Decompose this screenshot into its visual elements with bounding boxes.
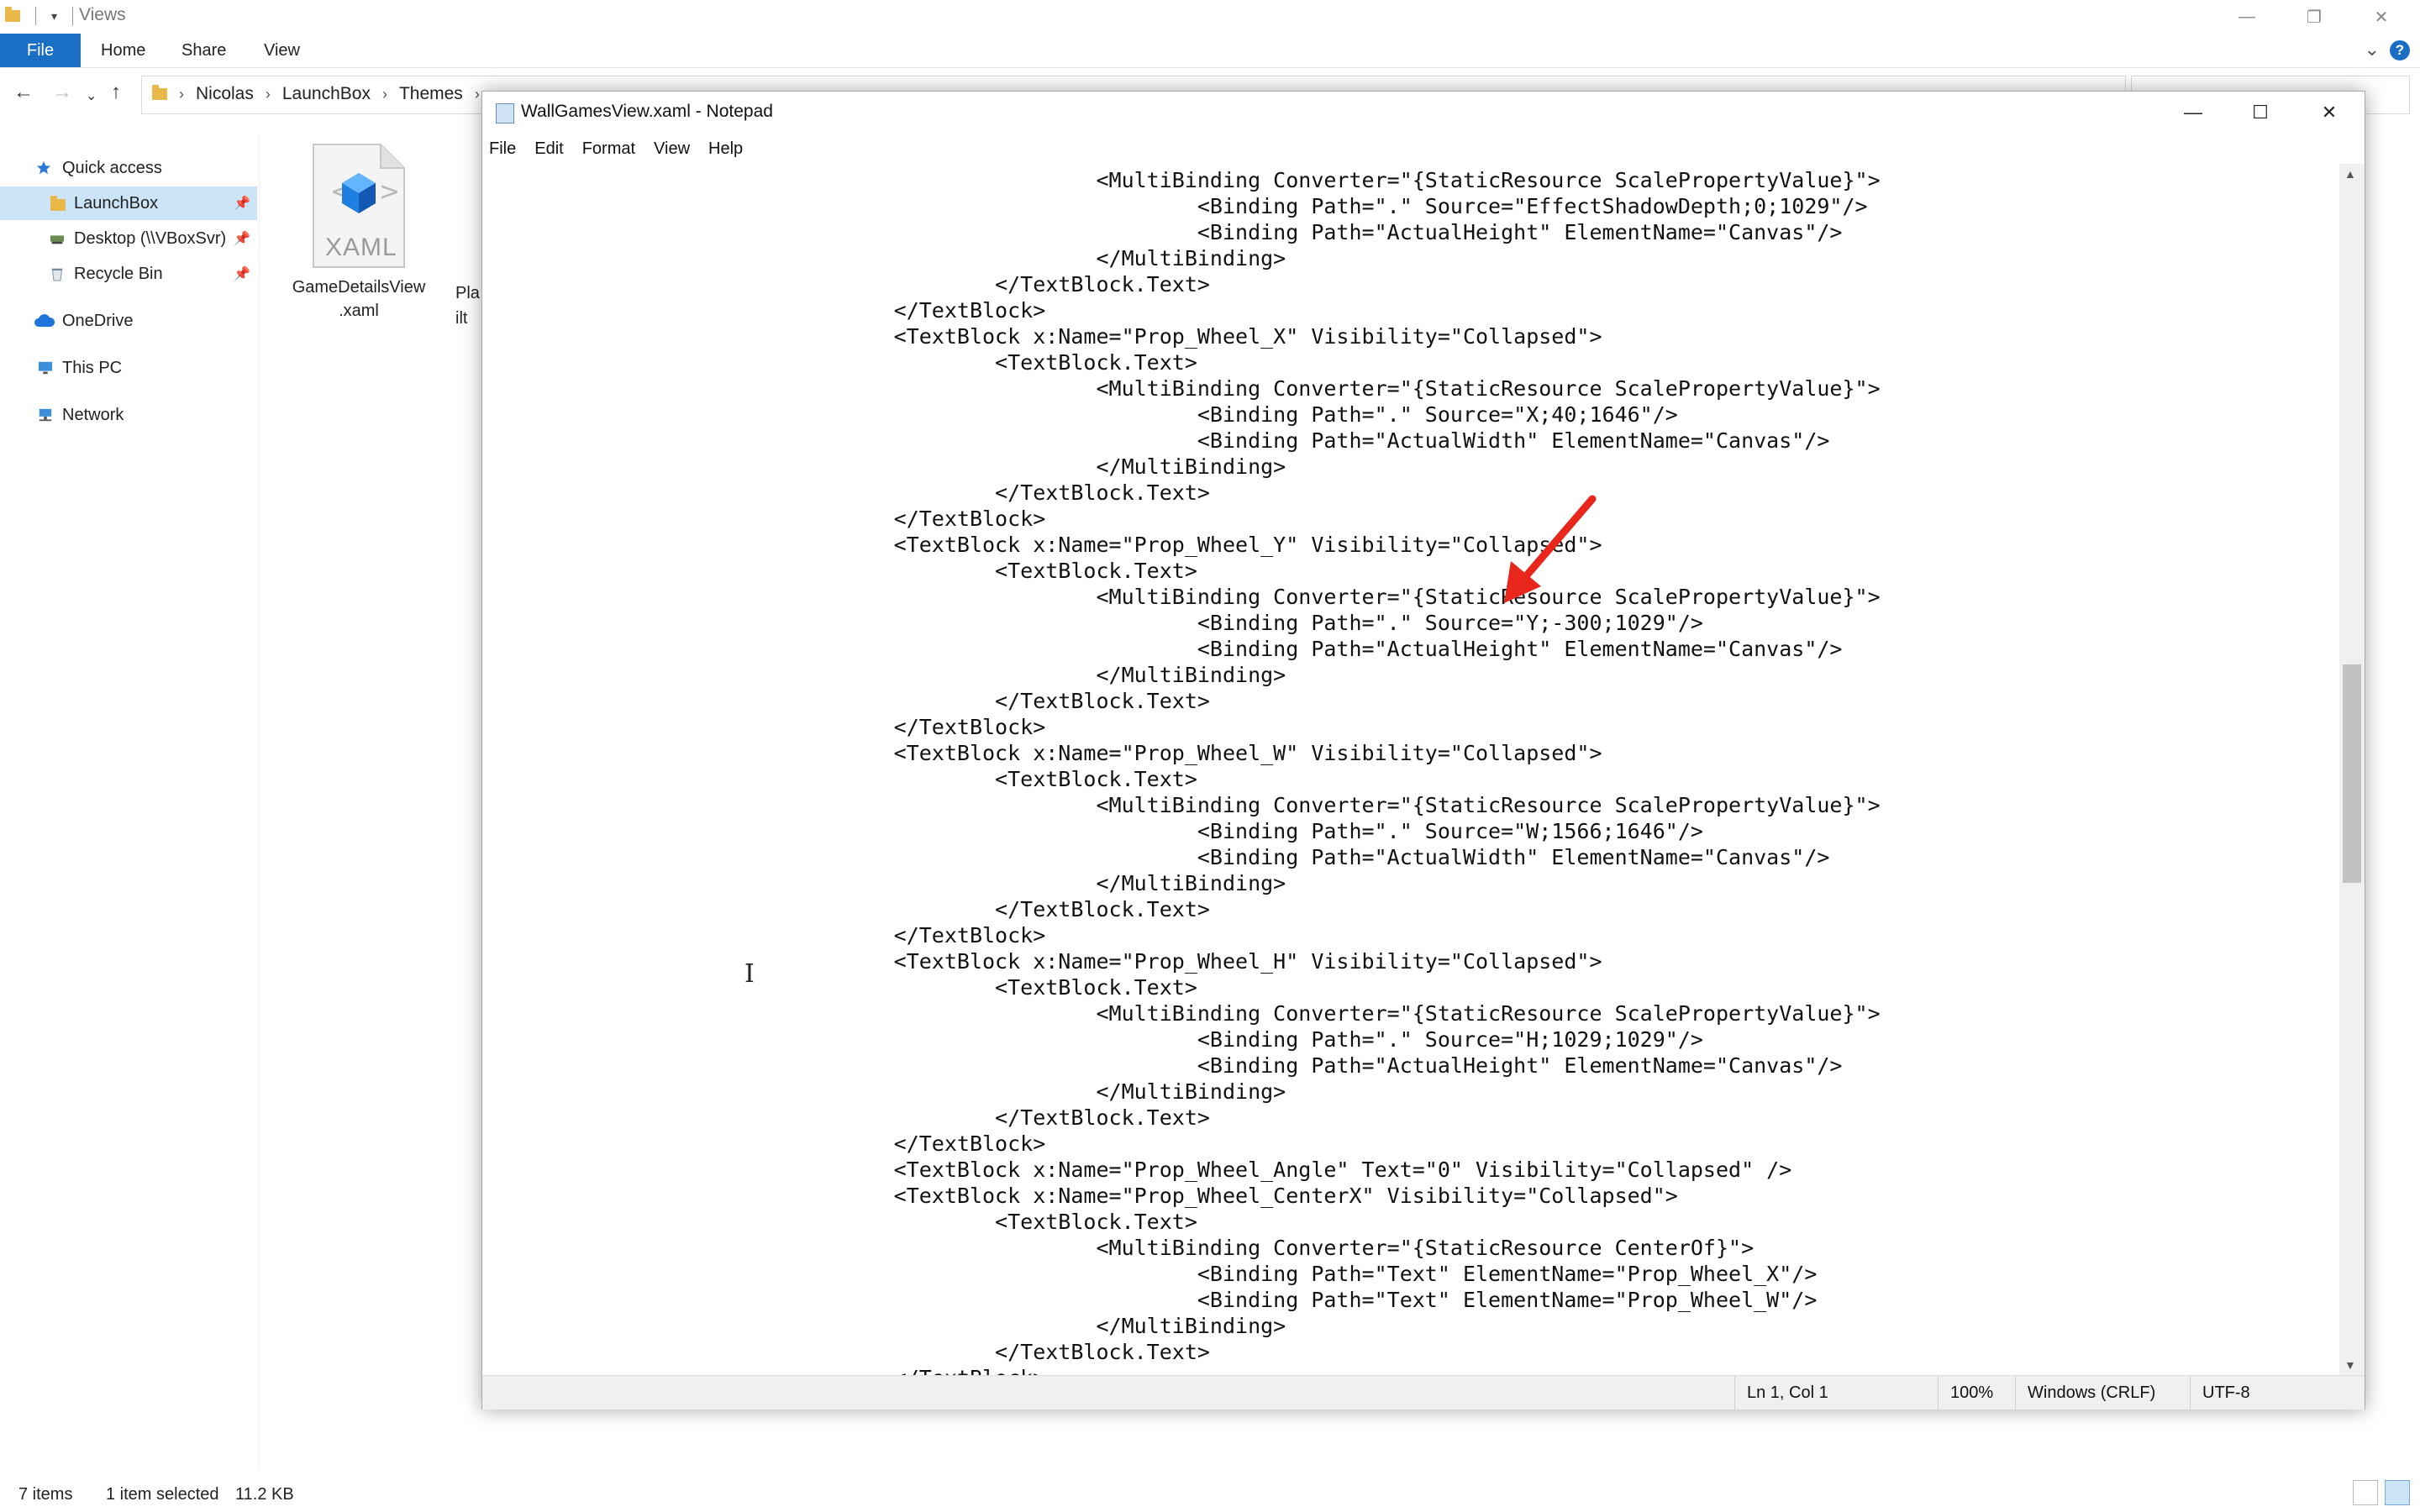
status-encoding: UTF-8 bbox=[2190, 1376, 2354, 1410]
breadcrumb: › Nicolas › LaunchBox › Themes › bbox=[152, 84, 480, 104]
ribbon-tab-home[interactable]: Home bbox=[101, 34, 145, 67]
file-item-partial[interactable]: Pla ilt bbox=[455, 281, 480, 331]
help-icon[interactable]: ? bbox=[2390, 40, 2410, 60]
notepad-menu-bar: File Edit Format View Help bbox=[482, 134, 2365, 164]
status-zoom: 100% bbox=[1938, 1376, 2023, 1410]
sidebar-item-label: This PC bbox=[62, 358, 123, 377]
large-icons-view-icon[interactable] bbox=[2385, 1480, 2410, 1505]
ribbon: File Home Share View ⌄ ? bbox=[0, 34, 2420, 68]
customize-quick-access-icon[interactable]: ▾ bbox=[51, 9, 57, 24]
sidebar-item-launchbox[interactable]: LaunchBox 📌 bbox=[0, 186, 257, 220]
forward-arrow-icon[interactable]: → bbox=[52, 81, 72, 104]
notepad-title-bar: WallGamesView.xaml - Notepad — ☐ ✕ bbox=[482, 92, 2365, 134]
menu-format[interactable]: Format bbox=[582, 139, 635, 159]
sidebar-item-label: Network bbox=[62, 405, 124, 424]
xaml-file-icon: < > XAML bbox=[308, 143, 409, 269]
file-name-line: Pla bbox=[455, 284, 480, 302]
file-name-line: ilt bbox=[455, 309, 468, 328]
details-view-icon[interactable] bbox=[2353, 1480, 2378, 1505]
menu-help[interactable]: Help bbox=[708, 139, 743, 159]
status-cursor-position: Ln 1, Col 1 bbox=[1734, 1376, 1939, 1410]
breadcrumb-separator-icon[interactable]: › bbox=[382, 86, 387, 103]
scroll-up-icon[interactable]: ▲ bbox=[2344, 167, 2356, 181]
sidebar-item-label: OneDrive bbox=[62, 311, 134, 330]
sidebar-item-onedrive[interactable]: OneDrive bbox=[0, 304, 257, 338]
status-item-count: 7 items bbox=[18, 1485, 73, 1504]
breadcrumb-item-themes[interactable]: Themes bbox=[399, 84, 463, 104]
scroll-down-icon[interactable]: ▼ bbox=[2344, 1358, 2356, 1372]
sidebar-item-label: LaunchBox bbox=[74, 193, 159, 213]
ribbon-file-tab[interactable]: File bbox=[0, 34, 81, 67]
minimize-button[interactable]: — bbox=[2213, 0, 2281, 34]
menu-file[interactable]: File bbox=[489, 139, 516, 159]
close-button[interactable]: ✕ bbox=[2348, 0, 2415, 34]
breadcrumb-item-launchbox[interactable]: LaunchBox bbox=[282, 84, 371, 104]
recycle-bin-icon bbox=[51, 268, 63, 281]
sidebar-item-this-pc[interactable]: This PC bbox=[0, 351, 257, 385]
menu-view[interactable]: View bbox=[654, 139, 690, 159]
sidebar-item-label: Quick access bbox=[62, 158, 162, 177]
file-name-line: GameDetailsView bbox=[292, 278, 426, 297]
sidebar-item-desktop[interactable]: Desktop (\\VBoxSvr) 📌 bbox=[0, 222, 257, 255]
notepad-window: WallGamesView.xaml - Notepad — ☐ ✕ File … bbox=[481, 91, 2365, 1410]
file-icon-text: XAML bbox=[325, 234, 397, 261]
breadcrumb-item-nicolas[interactable]: Nicolas bbox=[196, 84, 254, 104]
svg-text:>: > bbox=[379, 177, 400, 207]
notepad-maximize-button[interactable]: ☐ bbox=[2227, 92, 2294, 134]
folder-icon bbox=[5, 7, 20, 22]
view-switcher bbox=[2353, 1480, 2410, 1505]
ribbon-tab-view[interactable]: View bbox=[264, 34, 300, 67]
sidebar-item-label: Desktop (\\VBoxSvr) bbox=[74, 228, 227, 248]
file-name: GameDetailsView .xaml bbox=[279, 276, 439, 323]
pin-icon[interactable]: 📌 bbox=[234, 195, 250, 212]
notepad-window-title: WallGamesView.xaml - Notepad bbox=[521, 102, 773, 121]
expand-ribbon-icon[interactable]: ⌄ bbox=[2365, 39, 2380, 60]
sidebar-item-recycle-bin[interactable]: Recycle Bin 📌 bbox=[0, 257, 257, 291]
explorer-status-bar: 7 items 1 item selected 11.2 KB bbox=[0, 1478, 2420, 1512]
breadcrumb-separator-icon[interactable]: › bbox=[179, 86, 184, 103]
back-arrow-icon[interactable]: ← bbox=[13, 81, 34, 104]
notepad-status-bar: Ln 1, Col 1 100% Windows (CRLF) UTF-8 bbox=[482, 1375, 2365, 1410]
sidebar-item-network[interactable]: Network bbox=[0, 398, 257, 432]
breadcrumb-separator-icon[interactable]: › bbox=[475, 86, 480, 103]
computer-icon bbox=[38, 361, 53, 375]
explorer-title-bar: ▾ Views — ❐ ✕ bbox=[0, 0, 2420, 34]
notepad-content: <MultiBinding Converter="{StaticResource… bbox=[893, 168, 1881, 1375]
toolbar-separator bbox=[35, 7, 36, 25]
star-icon bbox=[36, 160, 51, 175]
breadcrumb-separator-icon[interactable]: › bbox=[266, 86, 271, 103]
sidebar-item-quick-access[interactable]: Quick access bbox=[0, 151, 257, 185]
folder-icon bbox=[50, 196, 66, 211]
file-item[interactable]: < > XAML GameDetailsView .xaml bbox=[279, 143, 439, 323]
scrollbar-thumb[interactable] bbox=[2343, 664, 2361, 883]
pin-icon[interactable]: 📌 bbox=[234, 230, 250, 247]
navigation-pane: Quick access LaunchBox 📌 Desktop (\\VBox… bbox=[0, 134, 260, 1470]
recent-locations-chevron-icon[interactable]: ⌄ bbox=[86, 87, 97, 104]
restore-button[interactable]: ❐ bbox=[2281, 0, 2348, 34]
notepad-icon bbox=[496, 103, 514, 123]
pin-icon[interactable]: 📌 bbox=[234, 265, 250, 282]
up-arrow-icon[interactable]: ↑ bbox=[111, 81, 121, 104]
vertical-scrollbar[interactable]: ▲ ▼ bbox=[2339, 164, 2365, 1375]
menu-edit[interactable]: Edit bbox=[534, 139, 563, 159]
explorer-window-title: Views bbox=[79, 5, 126, 24]
sidebar-item-label: Recycle Bin bbox=[74, 264, 163, 283]
notepad-minimize-button[interactable]: — bbox=[2160, 92, 2227, 134]
text-cursor-icon: I bbox=[744, 959, 755, 989]
network-drive-icon bbox=[50, 235, 65, 244]
notepad-close-button[interactable]: ✕ bbox=[2296, 92, 2363, 134]
cloud-icon bbox=[34, 314, 55, 327]
file-name-line: .xaml bbox=[339, 302, 379, 320]
status-selected: 1 item selected bbox=[106, 1485, 219, 1504]
status-line-endings: Windows (CRLF) bbox=[2015, 1376, 2189, 1410]
status-size: 11.2 KB bbox=[235, 1485, 294, 1504]
quick-access-toolbar: ▾ bbox=[5, 7, 74, 25]
network-icon bbox=[39, 408, 52, 422]
ribbon-tab-share[interactable]: Share bbox=[182, 34, 226, 67]
notepad-text-area[interactable]: <MultiBinding Converter="{StaticResource… bbox=[482, 164, 2339, 1375]
toolbar-separator bbox=[72, 7, 74, 25]
folder-icon bbox=[152, 85, 167, 100]
